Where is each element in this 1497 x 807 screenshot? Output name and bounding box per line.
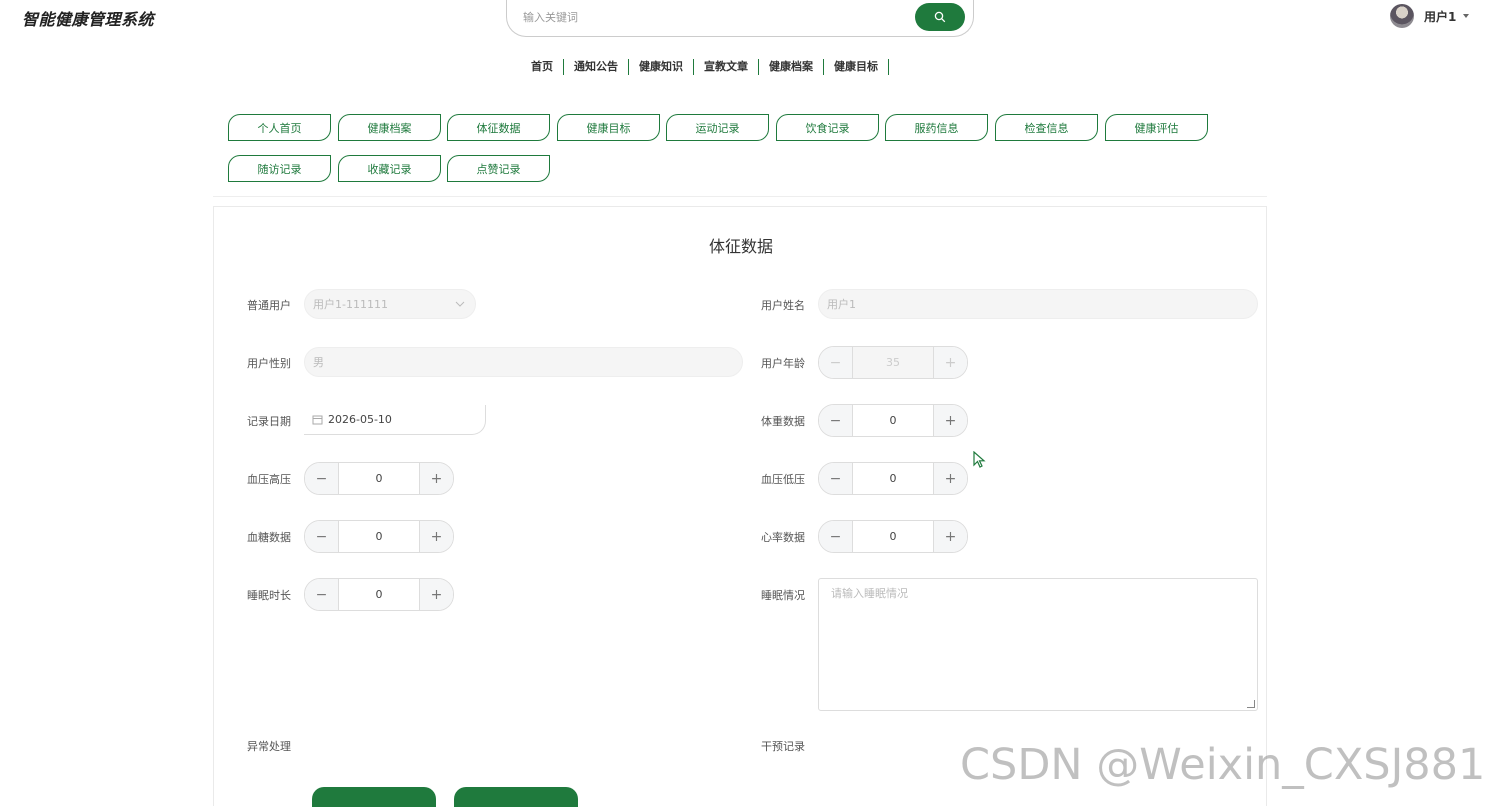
main-nav: 首页 通知公告 健康知识 宣教文章 健康档案 健康目标	[521, 59, 889, 75]
tab-medication[interactable]: 服药信息	[885, 114, 988, 141]
plus-icon[interactable]: +	[933, 347, 967, 378]
name-value: 用户1	[827, 298, 856, 311]
tab-health-goals[interactable]: 健康目标	[557, 114, 660, 141]
minus-icon[interactable]: −	[305, 579, 339, 610]
sleep-length-value: 0	[375, 588, 383, 601]
search-button[interactable]	[915, 3, 965, 31]
sleep-condition-label: 睡眠情况	[761, 589, 805, 602]
form-title: 体征数据	[708, 237, 773, 256]
nav-item-records[interactable]: 健康档案	[759, 59, 824, 75]
minus-icon[interactable]: −	[305, 463, 339, 494]
tab-follow-ups[interactable]: 随访记录	[228, 155, 331, 182]
tab-health-assessment[interactable]: 健康评估	[1105, 114, 1208, 141]
tab-health-records[interactable]: 健康档案	[338, 114, 441, 141]
top-bar: 智能健康管理系统 用户1	[0, 0, 1497, 40]
gender-field[interactable]: 男	[304, 347, 743, 377]
tab-exercise-records[interactable]: 运动记录	[666, 114, 769, 141]
sugar-stepper[interactable]: − 0 +	[304, 520, 454, 553]
cancel-button[interactable]	[454, 787, 578, 807]
plus-icon[interactable]: +	[419, 521, 453, 552]
sleep-condition-placeholder: 请输入睡眠情况	[831, 587, 908, 600]
weight-value: 0	[889, 414, 897, 427]
search-input[interactable]	[523, 8, 903, 26]
tab-likes[interactable]: 点赞记录	[447, 155, 550, 182]
age-label: 用户年龄	[761, 357, 805, 370]
heart-label: 心率数据	[761, 531, 805, 544]
nav-item-home[interactable]: 首页	[521, 59, 564, 75]
heart-value: 0	[889, 530, 897, 543]
submit-button[interactable]	[312, 787, 436, 807]
avatar[interactable]	[1390, 4, 1414, 28]
nav-item-knowledge[interactable]: 健康知识	[629, 59, 694, 75]
sleep-length-label: 睡眠时长	[247, 589, 291, 602]
plus-icon[interactable]: +	[419, 579, 453, 610]
resize-grip-icon[interactable]	[1247, 700, 1255, 708]
watermark: CSDN @Weixin_CXSJ881	[960, 740, 1486, 790]
minus-icon[interactable]: −	[305, 521, 339, 552]
abnormal-label: 异常处理	[247, 740, 291, 753]
search-icon	[934, 11, 946, 23]
tab-favorites[interactable]: 收藏记录	[338, 155, 441, 182]
date-value: 2026-05-10	[328, 413, 392, 426]
plus-icon[interactable]: +	[933, 405, 967, 436]
bp-low-value: 0	[889, 472, 897, 485]
tab-personal-home[interactable]: 个人首页	[228, 114, 331, 141]
bp-low-stepper[interactable]: − 0 +	[818, 462, 968, 495]
gender-value: 男	[313, 356, 324, 369]
app-title: 智能健康管理系统	[22, 10, 155, 29]
bp-low-label: 血压低压	[761, 473, 805, 486]
user-label: 普通用户	[247, 299, 291, 312]
nav-item-goals[interactable]: 健康目标	[824, 59, 889, 75]
bp-high-label: 血压高压	[247, 473, 291, 486]
minus-icon[interactable]: −	[819, 347, 853, 378]
date-picker[interactable]: 2026-05-10	[304, 405, 486, 435]
bp-high-stepper[interactable]: − 0 +	[304, 462, 454, 495]
name-field[interactable]: 用户1	[818, 289, 1258, 319]
gender-label: 用户性别	[247, 357, 291, 370]
plus-icon[interactable]: +	[933, 463, 967, 494]
user-menu[interactable]: 用户1	[1390, 4, 1470, 28]
caret-down-icon[interactable]	[1463, 14, 1470, 18]
chevron-down-icon	[455, 301, 465, 307]
sleep-condition-textarea[interactable]: 请输入睡眠情况	[818, 578, 1258, 711]
mouse-cursor-icon	[973, 451, 986, 468]
weight-label: 体重数据	[761, 415, 805, 428]
search-bar	[506, 0, 974, 37]
bp-high-value: 0	[375, 472, 383, 485]
intervention-label: 干预记录	[761, 740, 805, 753]
sugar-label: 血糖数据	[247, 531, 291, 544]
user-name[interactable]: 用户1	[1424, 8, 1456, 25]
nav-item-notices[interactable]: 通知公告	[564, 59, 629, 75]
date-label: 记录日期	[247, 415, 291, 428]
vital-data-form: 体征数据 普通用户 用户1-111111 用户姓名 用户1 用户性别 男 用户年…	[213, 206, 1267, 807]
plus-icon[interactable]: +	[419, 463, 453, 494]
tab-checkups[interactable]: 检查信息	[995, 114, 1098, 141]
minus-icon[interactable]: −	[819, 521, 853, 552]
user-select-value: 用户1-111111	[313, 298, 388, 311]
tab-diet-records[interactable]: 饮食记录	[776, 114, 879, 141]
plus-icon[interactable]: +	[933, 521, 967, 552]
sugar-value: 0	[375, 530, 383, 543]
divider	[213, 196, 1267, 197]
tab-vital-data[interactable]: 体征数据	[447, 114, 550, 141]
sleep-length-stepper[interactable]: − 0 +	[304, 578, 454, 611]
user-select[interactable]: 用户1-111111	[304, 289, 476, 319]
name-label: 用户姓名	[761, 299, 805, 312]
minus-icon[interactable]: −	[819, 405, 853, 436]
age-value: 35	[853, 347, 933, 378]
calendar-icon	[312, 415, 323, 425]
minus-icon[interactable]: −	[819, 463, 853, 494]
weight-stepper[interactable]: − 0 +	[818, 404, 968, 437]
age-stepper[interactable]: − 35 +	[818, 346, 968, 379]
heart-stepper[interactable]: − 0 +	[818, 520, 968, 553]
nav-item-articles[interactable]: 宣教文章	[694, 59, 759, 75]
